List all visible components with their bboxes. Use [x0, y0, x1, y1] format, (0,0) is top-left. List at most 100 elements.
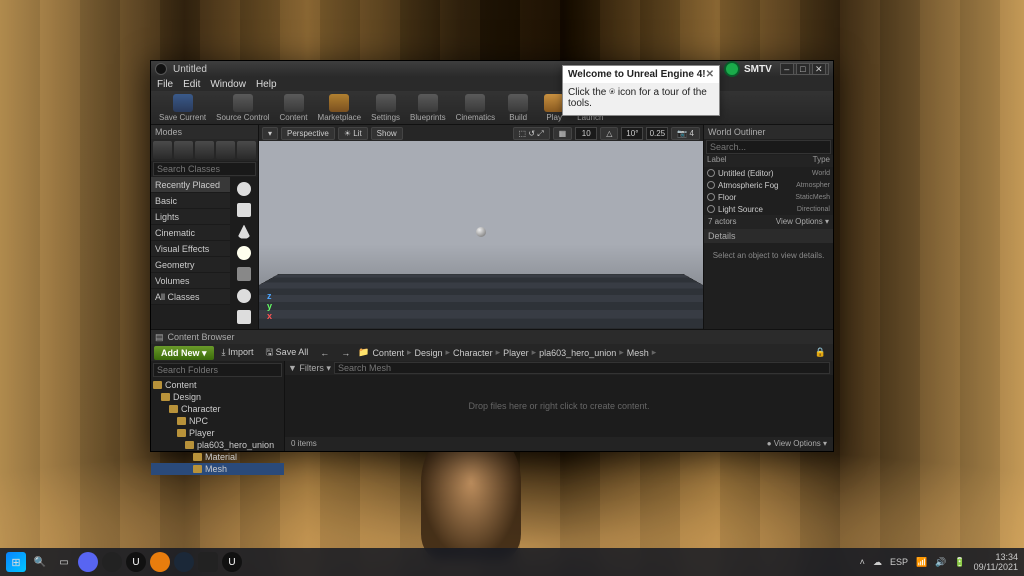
mode-place-icon[interactable]: [153, 141, 172, 159]
cb-view-options[interactable]: ● View Options ▾: [767, 437, 827, 451]
crumb-item[interactable]: Mesh: [627, 348, 649, 358]
settings-button[interactable]: Settings: [367, 92, 404, 124]
visibility-icon[interactable]: [707, 193, 715, 201]
content-button[interactable]: Content: [276, 92, 312, 124]
tree-node[interactable]: Player: [151, 427, 284, 439]
tree-node[interactable]: NPC: [151, 415, 284, 427]
tree-node-selected[interactable]: Mesh: [151, 463, 284, 475]
save-all-button[interactable]: 🖫 Save All: [262, 345, 313, 361]
start-button[interactable]: ⊞: [6, 552, 26, 572]
menu-window[interactable]: Window: [210, 79, 246, 90]
placeable-item[interactable]: [233, 179, 255, 198]
snap-grid-value[interactable]: 10: [575, 127, 597, 140]
visibility-icon[interactable]: [707, 205, 715, 213]
cat-cinematic[interactable]: Cinematic: [151, 225, 230, 241]
cat-recently-placed[interactable]: Recently Placed: [151, 177, 230, 193]
placeable-item[interactable]: [233, 243, 255, 262]
bg-maximize-button[interactable]: □: [796, 63, 810, 75]
app-icon[interactable]: [198, 552, 218, 572]
save-button[interactable]: Save Current: [155, 92, 210, 124]
cat-geometry[interactable]: Geometry: [151, 257, 230, 273]
import-button[interactable]: ⤓ Import: [218, 347, 258, 358]
nav-back-button[interactable]: ←: [316, 348, 333, 358]
cat-all-classes[interactable]: All Classes: [151, 289, 230, 305]
perspective-button[interactable]: Perspective: [281, 127, 335, 140]
viewport-3d[interactable]: z y x: [259, 141, 703, 329]
mode-foliage-icon[interactable]: [216, 141, 235, 159]
tree-node[interactable]: pla603_hero_union: [151, 439, 284, 451]
outliner-view-options[interactable]: View Options ▾: [776, 215, 829, 229]
menu-edit[interactable]: Edit: [183, 79, 200, 90]
grip-icon[interactable]: ▤: [155, 330, 164, 344]
mode-geometry-icon[interactable]: [237, 141, 256, 159]
visibility-icon[interactable]: [707, 181, 715, 189]
tree-search[interactable]: Search Folders: [153, 363, 282, 377]
volume-icon[interactable]: 🔊: [935, 557, 946, 568]
onedrive-icon[interactable]: ☁: [873, 557, 882, 568]
nav-forward-button[interactable]: →: [337, 348, 354, 358]
crumb-item[interactable]: pla603_hero_union: [539, 348, 616, 358]
modes-search[interactable]: Search Classes: [153, 162, 256, 176]
obs-icon[interactable]: [102, 552, 122, 572]
mode-landscape-icon[interactable]: [195, 141, 214, 159]
cat-basic[interactable]: Basic: [151, 193, 230, 209]
menu-file[interactable]: File: [157, 79, 173, 90]
placeable-item[interactable]: [233, 222, 255, 241]
snap-grid-toggle[interactable]: ▦: [553, 127, 573, 140]
blender-icon[interactable]: [150, 552, 170, 572]
camera-speed[interactable]: 📷 4: [671, 127, 700, 140]
search-icon[interactable]: 🔍: [30, 552, 50, 572]
language-indicator[interactable]: ESP: [890, 557, 908, 567]
placeable-item[interactable]: [233, 308, 255, 327]
menu-help[interactable]: Help: [256, 79, 277, 90]
outliner-row[interactable]: Untitled (Editor)World: [704, 167, 833, 179]
steam-icon[interactable]: [174, 552, 194, 572]
cat-visual-effects[interactable]: Visual Effects: [151, 241, 230, 257]
source-control-button[interactable]: Source Control: [212, 92, 273, 124]
tree-node[interactable]: Character: [151, 403, 284, 415]
crumb-item[interactable]: Character: [453, 348, 493, 358]
blueprints-button[interactable]: Blueprints: [406, 92, 450, 124]
filters-button[interactable]: ▼ Filters ▾: [288, 363, 331, 374]
cinematics-button[interactable]: Cinematics: [452, 92, 500, 124]
ue-running-icon[interactable]: U: [222, 552, 242, 572]
crumb-item[interactable]: Design: [415, 348, 443, 358]
build-button[interactable]: Build: [501, 92, 535, 124]
snap-angle-toggle[interactable]: △: [600, 127, 618, 140]
mode-paint-icon[interactable]: [174, 141, 193, 159]
discord-icon[interactable]: [78, 552, 98, 572]
clock[interactable]: 13:34 09/11/2021: [974, 552, 1018, 572]
popup-close-button[interactable]: ✕: [706, 69, 714, 80]
tray-chevron-icon[interactable]: ˄: [860, 557, 865, 567]
placeable-item[interactable]: [233, 286, 255, 305]
snap-angle-value[interactable]: 10°: [621, 127, 643, 140]
lit-button[interactable]: ☀ Lit: [338, 127, 368, 140]
snap-scale-value[interactable]: 0.25: [646, 127, 668, 140]
marketplace-button[interactable]: Marketplace: [314, 92, 366, 124]
ue-taskbar-icon[interactable]: U: [126, 552, 146, 572]
asset-search[interactable]: [334, 362, 830, 374]
transform-tools[interactable]: ⬚ ↺ ⤢: [513, 127, 550, 140]
cat-lights[interactable]: Lights: [151, 209, 230, 225]
bg-minimize-button[interactable]: –: [780, 63, 794, 75]
battery-icon[interactable]: 🔋: [954, 557, 965, 568]
crumb-item[interactable]: Content: [372, 348, 404, 358]
outliner-search[interactable]: Search...: [706, 140, 831, 154]
sphere-actor[interactable]: [476, 227, 486, 237]
outliner-row[interactable]: Light SourceDirectional: [704, 203, 833, 215]
show-button[interactable]: Show: [371, 127, 403, 140]
wifi-icon[interactable]: 📶: [916, 557, 927, 568]
bg-close-button[interactable]: ✕: [812, 63, 826, 75]
visibility-icon[interactable]: [707, 169, 715, 177]
outliner-row[interactable]: FloorStaticMesh: [704, 191, 833, 203]
lock-icon[interactable]: 🔒: [811, 347, 830, 358]
placeable-item[interactable]: [233, 200, 255, 219]
tree-node[interactable]: Material: [151, 451, 284, 463]
task-view-icon[interactable]: ▭: [54, 552, 74, 572]
crumb-item[interactable]: Player: [503, 348, 529, 358]
viewport-options-button[interactable]: ▾: [262, 127, 278, 140]
tree-node[interactable]: Design: [151, 391, 284, 403]
placeable-item[interactable]: [233, 265, 255, 284]
outliner-row[interactable]: Atmospheric FogAtmospher: [704, 179, 833, 191]
cat-volumes[interactable]: Volumes: [151, 273, 230, 289]
